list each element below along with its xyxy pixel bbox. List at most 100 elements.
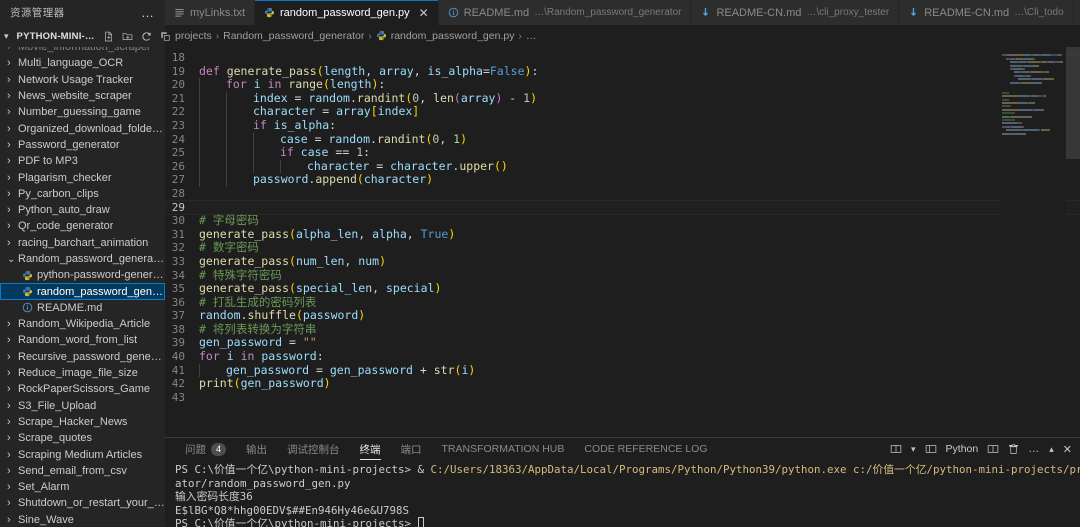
code-line[interactable]: 23 if is_alpha: — [165, 118, 1080, 133]
code-line[interactable]: 30 # 字母密码 — [165, 213, 1080, 228]
code-line[interactable]: 33 generate_pass(num_len, num) — [165, 254, 1080, 269]
collapse-all-icon[interactable] — [160, 30, 171, 42]
editor-tab-3[interactable]: README-CN.md …\cli_proxy_tester — [691, 0, 900, 25]
panel-tab-5[interactable]: TRANSFORMATION HUB — [432, 438, 575, 460]
editor-tab-2[interactable]: README.md …\Random_password_generator — [438, 0, 692, 25]
code-line[interactable]: 32 # 数字密码 — [165, 241, 1080, 255]
code-line[interactable]: 24 case = random.randint(0, 1) — [165, 132, 1080, 147]
chevron-right-icon[interactable]: › — [7, 351, 15, 363]
breadcrumb-item[interactable]: … — [526, 30, 537, 42]
code-line[interactable]: 26 character = character.upper() — [165, 159, 1080, 174]
code-line[interactable]: 38 # 将列表转换为字符串 — [165, 322, 1080, 337]
chevron-up-icon[interactable]: ▴ — [1049, 444, 1054, 455]
code-line[interactable]: 27 password.append(character) — [165, 173, 1080, 187]
editor-tab-5[interactable]: READ — [1073, 0, 1080, 25]
sidebar-item-random-password-generator[interactable]: ⌄ Random_password_generator — [0, 251, 165, 267]
code-line[interactable]: 28 — [165, 187, 1080, 201]
sidebar-item-scraping-medium-articles[interactable]: › Scraping Medium Articles — [0, 446, 165, 462]
code-line[interactable]: 29 — [165, 199, 1080, 216]
sidebar-item-pdf-to-mp3[interactable]: › PDF to MP3 — [0, 153, 165, 169]
panel-tab-0[interactable]: 问题 4 — [175, 438, 236, 460]
chevron-right-icon[interactable]: › — [7, 172, 15, 184]
code-line[interactable]: 25 if case == 1: — [165, 145, 1080, 160]
code-line[interactable]: 41 gen_password = gen_password + str(i) — [165, 363, 1080, 378]
chevron-right-icon[interactable]: › — [7, 481, 15, 493]
more-actions-icon[interactable]: … — [1028, 443, 1040, 455]
breadcrumb[interactable]: projects › Random_password_generator › rando… — [165, 25, 1080, 47]
sidebar-item-sine-wave[interactable]: › Sine_Wave — [0, 512, 165, 527]
panel-tab-2[interactable]: 调试控制台 — [277, 438, 350, 460]
project-name[interactable]: PYTHON-MINI-… — [17, 31, 95, 42]
split-terminal-icon[interactable] — [890, 443, 902, 455]
breadcrumb-item[interactable]: random_password_gen.py — [391, 30, 515, 42]
chevron-right-icon[interactable]: › — [7, 106, 15, 118]
sidebar-item-scrape-quotes[interactable]: › Scrape_quotes — [0, 430, 165, 446]
chevron-right-icon[interactable]: › — [7, 514, 15, 526]
code-line[interactable]: 22 character = array[index] — [165, 105, 1080, 119]
sidebar-item-rockpaperscissors-game[interactable]: › RockPaperScissors_Game — [0, 381, 165, 397]
chevron-right-icon[interactable]: › — [7, 449, 15, 461]
chevron-right-icon[interactable]: › — [7, 432, 15, 444]
explorer-more-icon[interactable]: … — [141, 5, 159, 20]
chevron-down-icon[interactable]: ▾ — [911, 444, 916, 455]
sidebar-item-multi-language-ocr[interactable]: › Multi_language_OCR — [0, 55, 165, 71]
editor-tab-0[interactable]: myLinks.txt — [165, 0, 256, 25]
code-line[interactable]: 37 random.shuffle(password) — [165, 308, 1080, 323]
sidebar-item-python-auto-draw[interactable]: › Python_auto_draw — [0, 202, 165, 218]
sidebar-item-random-password-gen-py[interactable]: random_password_gen.py — [0, 283, 165, 300]
terminal-shell-label[interactable]: Python — [946, 443, 979, 455]
chevron-right-icon[interactable]: › — [7, 57, 15, 69]
code-line[interactable]: 31 generate_pass(alpha_len, alpha, True) — [165, 227, 1080, 242]
code-line[interactable]: 20 for i in range(length): — [165, 77, 1080, 92]
chevron-right-icon[interactable]: › — [7, 123, 15, 135]
sidebar-item-scrape-hacker-news[interactable]: › Scrape_Hacker_News — [0, 414, 165, 430]
chevron-right-icon[interactable]: › — [7, 47, 15, 53]
panel-tab-3[interactable]: 终端 — [350, 438, 391, 460]
chevron-right-icon[interactable]: › — [7, 204, 15, 216]
editor-tab-4[interactable]: README-CN.md …\Cli_todo — [899, 0, 1074, 25]
sidebar-item-qr-code-generator[interactable]: › Qr_code_generator — [0, 218, 165, 234]
code-line[interactable]: 40 for i in password: — [165, 349, 1080, 364]
panel-tab-6[interactable]: CODE REFERENCE LOG — [574, 438, 717, 460]
sidebar-item-racing-barchart-animation[interactable]: › racing_barchart_animation — [0, 235, 165, 251]
sidebar-item-news-website-scraper[interactable]: › News_website_scraper — [0, 88, 165, 104]
trash-icon[interactable] — [1008, 443, 1019, 455]
code-line[interactable]: 18 — [165, 51, 1080, 65]
sidebar-item-reduce-image-file-size[interactable]: › Reduce_image_file_size — [0, 365, 165, 381]
breadcrumb-item[interactable]: projects — [175, 30, 212, 42]
chevron-right-icon[interactable]: › — [7, 497, 15, 509]
refresh-icon[interactable] — [141, 30, 152, 42]
code-line[interactable]: 43 — [165, 391, 1080, 405]
sidebar-item-movie-information-scraper[interactable]: › Movie_information_scraper — [0, 47, 165, 55]
chevron-right-icon[interactable]: › — [7, 188, 15, 200]
sidebar-item-password-generator[interactable]: › Password_generator — [0, 137, 165, 153]
chevron-right-icon[interactable]: › — [7, 400, 15, 412]
editor-vertical-scrollbar[interactable] — [1066, 47, 1080, 437]
chevron-right-icon[interactable]: › — [7, 155, 15, 167]
code-line[interactable]: 35 generate_pass(special_len, special) — [165, 281, 1080, 296]
code-line[interactable]: 39 gen_password = "" — [165, 336, 1080, 350]
sidebar-item-shutdown-or-restart-your[interactable]: › Shutdown_or_restart_your_… — [0, 495, 165, 511]
sidebar-item-network-usage-tracker[interactable]: › Network Usage Tracker — [0, 72, 165, 88]
new-file-icon[interactable] — [103, 30, 114, 42]
sidebar-item-number-guessing-game[interactable]: › Number_guessing_game — [0, 104, 165, 120]
code-line[interactable]: 36 # 打乱生成的密码列表 — [165, 295, 1080, 310]
code-line[interactable]: 42 print(gen_password) — [165, 376, 1080, 391]
sidebar-item-s3-file-upload[interactable]: › S3_File_Upload — [0, 398, 165, 414]
code-line[interactable]: 19 def generate_pass(length, array, is_al… — [165, 64, 1080, 79]
editor-tab-1[interactable]: random_password_gen.py ✕ — [255, 0, 439, 25]
new-terminal-icon[interactable] — [925, 443, 937, 455]
panel-tab-1[interactable]: 输出 — [236, 438, 277, 460]
sidebar-item-recursive-password-genera[interactable]: › Recursive_password_genera… — [0, 349, 165, 365]
code-content[interactable]: 18 19 def generate_pass(length, array, is_… — [165, 47, 1080, 437]
chevron-right-icon[interactable]: › — [7, 334, 15, 346]
code-editor[interactable]: 18 19 def generate_pass(length, array, is_… — [165, 47, 1080, 437]
sidebar-item-py-carbon-clips[interactable]: › Py_carbon_clips — [0, 186, 165, 202]
chevron-right-icon[interactable]: › — [7, 383, 15, 395]
sidebar-item-readme-md[interactable]: README.md — [0, 300, 165, 316]
sidebar-item-organized-download-folde[interactable]: › Organized_download_folde… — [0, 120, 165, 136]
breadcrumb-item[interactable]: Random_password_generator — [223, 30, 364, 42]
code-line[interactable]: 34 # 特殊字符密码 — [165, 268, 1080, 283]
chevron-right-icon[interactable]: › — [7, 90, 15, 102]
sidebar-item-send-email-from-csv[interactable]: › Send_email_from_csv — [0, 463, 165, 479]
